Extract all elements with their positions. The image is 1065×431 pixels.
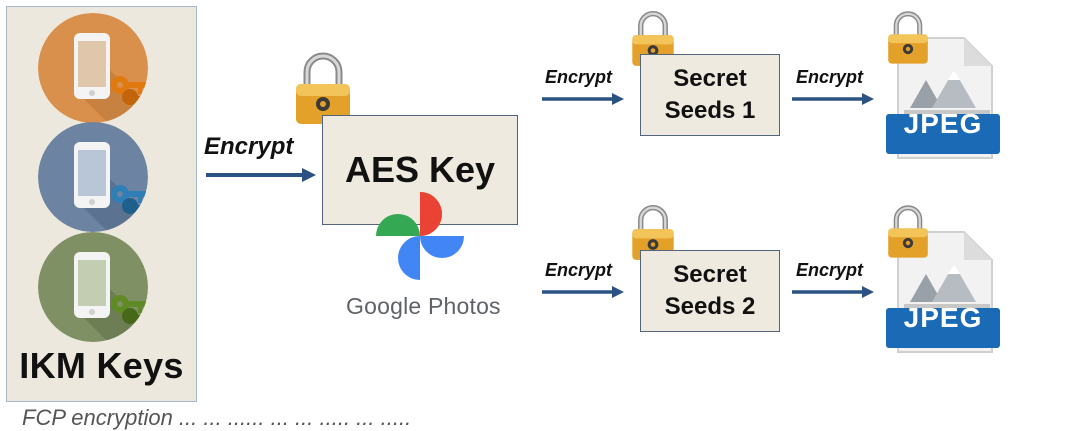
secret-seeds-box: Secret Seeds 2: [640, 250, 780, 332]
aes-key-label: AES Key: [344, 149, 496, 190]
encrypt-label: Encrypt: [204, 133, 294, 160]
arrow-icon: [542, 93, 624, 105]
arrow-icon: [206, 168, 316, 182]
seed-label-line1: Secret: [673, 64, 747, 92]
padlock-icon: [888, 11, 928, 64]
seed-label-line2: Seeds 2: [664, 293, 756, 320]
phone-key-icon: [38, 122, 148, 232]
phone-key-icon: [38, 232, 148, 342]
seed-label-line2: Seeds 1: [664, 97, 756, 124]
secret-seeds-box: Secret Seeds 1: [640, 54, 780, 136]
encrypt-label: Encrypt: [796, 67, 864, 87]
jpeg-label: JPEG: [903, 108, 983, 139]
footer-caption: FCP encryption ... ... ...... ... ... ..…: [22, 405, 412, 430]
jpeg-label: JPEG: [903, 302, 983, 333]
google-photos-label: Google Photos: [346, 293, 501, 319]
padlock-icon: [888, 205, 928, 258]
ikm-keys-label: IKM Keys: [19, 345, 184, 386]
seed-label-line1: Secret: [673, 260, 747, 288]
arrow-icon: [542, 286, 624, 298]
google-photos-icon: [376, 192, 464, 280]
encrypt-label: Encrypt: [796, 260, 864, 280]
arrow-icon: [792, 93, 874, 105]
encrypt-label: Encrypt: [545, 67, 613, 87]
arrow-icon: [792, 286, 874, 298]
phone-key-icon: [38, 13, 148, 123]
encrypt-label: Encrypt: [545, 260, 613, 280]
